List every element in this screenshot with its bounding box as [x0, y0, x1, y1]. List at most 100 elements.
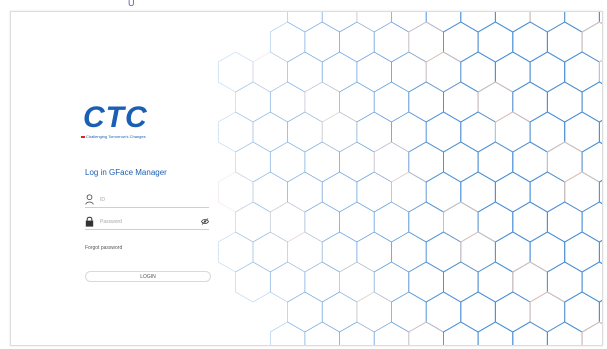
forgot-password-link[interactable]: Forgot password: [85, 245, 122, 251]
hexagon-cell: [304, 321, 340, 345]
hexagon-cell: [529, 51, 566, 93]
hexagon-cell: [443, 321, 479, 345]
hexagon-cell: [356, 291, 392, 333]
hexagon-cell: [235, 81, 271, 123]
user-icon: [85, 194, 94, 205]
hexagon-cell: [373, 81, 410, 123]
hexagon-cell: [304, 201, 340, 243]
hexagon-cell: [391, 231, 427, 273]
screen: U CTC Challenging Tomorrow's Changes Log…: [0, 0, 607, 349]
hexagon-cell: [477, 261, 514, 303]
hexagon-cell: [356, 231, 392, 273]
hexagon-cell: [391, 12, 427, 33]
company-logo: CTC Challenging Tomorrow's Changes: [65, 102, 205, 140]
hexagon-cell: [546, 201, 583, 243]
login-button[interactable]: LOGIN: [85, 271, 211, 282]
hexagon-cell: [408, 141, 444, 183]
eye-icon[interactable]: [201, 218, 209, 225]
hexagon-cell: [252, 231, 288, 273]
username-field: [85, 194, 209, 208]
hexagon-cell: [512, 201, 548, 243]
hexagon-cell: [217, 51, 254, 93]
hexagon-cell: [339, 321, 375, 345]
hexagon-cell: [287, 111, 323, 153]
hexagon-cell: [443, 261, 479, 303]
hexagon-cell: [477, 321, 514, 345]
hexagon-cell: [304, 261, 340, 303]
logo-wordmark: CTC: [83, 101, 148, 134]
username-input[interactable]: [100, 195, 196, 205]
hexagon-background: [217, 12, 602, 345]
hexagon-cell: [391, 51, 427, 93]
hexagon-cell: [287, 51, 323, 93]
hexagon-cell: [581, 21, 602, 63]
hexagon-cell: [425, 171, 462, 213]
hexagon-cell: [252, 171, 288, 213]
hexagon-cell: [356, 171, 392, 213]
hexagon-cell: [356, 51, 392, 93]
hexagon-cell: [460, 291, 496, 333]
hexagon-cell: [339, 261, 375, 303]
hexagon-cell: [391, 171, 427, 213]
hexagon-cell: [408, 321, 444, 345]
hexagon-cell: [477, 201, 514, 243]
hexagon-cell: [217, 231, 254, 273]
hexagon-cell: [564, 12, 600, 33]
hexagon-cell: [494, 111, 531, 153]
hexagon-cell: [581, 321, 602, 345]
hexagon-cell: [443, 141, 479, 183]
hexagon-cell: [304, 21, 340, 63]
logo-tagline: Challenging Tomorrow's Changes: [81, 134, 146, 139]
hexagon-cell: [494, 291, 531, 333]
hexagon-cell: [564, 51, 600, 93]
hexagon-cell: [494, 51, 531, 93]
hexagon-cell: [287, 231, 323, 273]
hexagon-cell: [373, 21, 410, 63]
hexagon-cell: [598, 239, 602, 265]
hexagon-cell: [598, 119, 602, 145]
hexagon-cell: [425, 231, 462, 273]
hexagon-cell: [529, 12, 566, 33]
hexagon-cell: [321, 231, 358, 273]
hexagon-cell: [391, 291, 427, 333]
hexagon-cell: [581, 201, 602, 243]
hexagon-cell: [477, 81, 514, 123]
hexagon-cell: [512, 141, 548, 183]
hexagon-cell: [460, 12, 496, 33]
hexagon-cell: [598, 299, 602, 325]
hexagon-cell: [339, 21, 375, 63]
hexagon-cell: [287, 12, 323, 33]
hexagon-cell: [339, 81, 375, 123]
hexagon-cell: [269, 81, 306, 123]
hexagon-cell: [408, 201, 444, 243]
hexagon-cell: [564, 231, 600, 273]
hexagon-cell: [564, 111, 600, 153]
hexagon-cell: [321, 291, 358, 333]
hexagon-cell: [373, 321, 410, 345]
hexagon-cell: [581, 81, 602, 123]
hexagon-cell: [564, 291, 600, 333]
hexagon-cell: [217, 171, 254, 213]
hexagon-cell: [494, 171, 531, 213]
password-field: [85, 216, 209, 230]
hexagon-cell: [425, 51, 462, 93]
hexagon-cell: [321, 51, 358, 93]
hexagon-cell: [235, 261, 271, 303]
hexagon-cell: [408, 261, 444, 303]
hexagon-cell: [391, 111, 427, 153]
hexagon-cell: [512, 21, 548, 63]
hexagon-cell: [443, 21, 479, 63]
hexagon-cell: [443, 201, 479, 243]
hexagon-cell: [269, 21, 306, 63]
hexagon-cell: [235, 141, 271, 183]
hexagon-cell: [217, 111, 254, 153]
hexagon-cell: [321, 12, 358, 33]
hexagon-cell: [443, 81, 479, 123]
hexagon-cell: [425, 111, 462, 153]
hexagon-cell: [529, 111, 566, 153]
hexagon-cell: [460, 231, 496, 273]
hexagon-cell: [546, 81, 583, 123]
hexagon-cell: [269, 201, 306, 243]
hexagon-cell: [460, 171, 496, 213]
password-input[interactable]: [100, 217, 196, 227]
